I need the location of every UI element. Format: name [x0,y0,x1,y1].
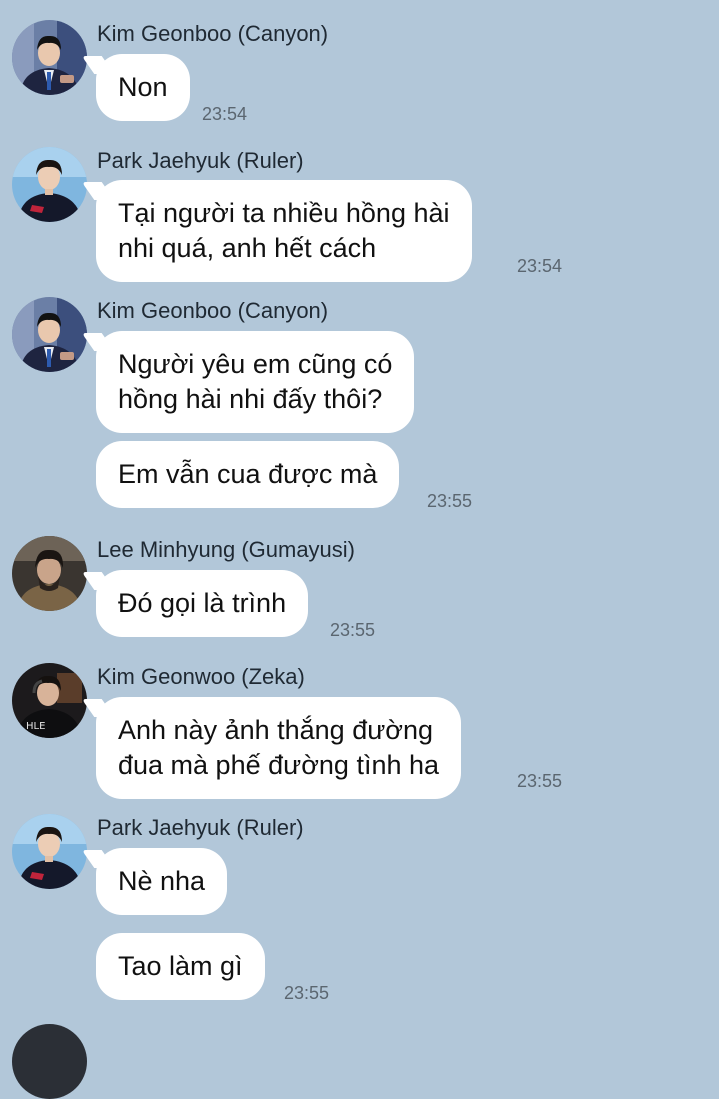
sender-name: Kim Geonboo (Canyon) [97,298,329,323]
message-time: 23:54 [202,104,248,124]
avatar-gumayusi[interactable] [12,536,87,611]
avatar-partial[interactable] [12,1024,87,1099]
message-text: Non [118,72,168,102]
message-bubble[interactable]: Tao làm gì [96,933,265,1000]
message-text: Tao làm gì [118,951,243,981]
message-text: Người yêu em cũng có hồng hài nhi đấy th… [118,349,393,414]
sender-name: Park Jaehyuk (Ruler) [97,148,304,173]
message-bubble[interactable]: Đó gọi là trình [96,570,309,637]
message-text: Em vẫn cua được mà [118,459,378,489]
message-bubble[interactable]: Non [96,54,190,121]
message-time: 23:55 [427,491,473,511]
sender-name: Park Jaehyuk (Ruler) [97,815,304,840]
chat-thread[interactable]: Kim Geonboo (Canyon) Non 23:54 Park Jaeh… [0,0,719,1099]
message-text: Nè nha [118,866,206,896]
avatar-canyon[interactable] [12,20,87,95]
sender-name: Kim Geonboo (Canyon) [97,21,329,46]
sender-name: Lee Minhyung (Gumayusi) [97,537,356,562]
message-time: 23:55 [330,620,376,640]
message-text: Đó gọi là trình [118,588,287,618]
sender-name: Kim Geonwoo (Zeka) [97,664,305,689]
message-text: Tại người ta nhiều hồng hài nhi quá, anh… [118,198,450,263]
message-bubble[interactable]: Người yêu em cũng có hồng hài nhi đấy th… [96,331,415,433]
avatar-zeka[interactable]: HLE [12,663,87,738]
avatar-ruler[interactable] [12,147,87,222]
message-bubble[interactable]: Nè nha [96,848,228,915]
message-text: Anh này ảnh thắng đường đua mà phế đường… [118,715,440,780]
avatar-ruler[interactable] [12,814,87,889]
message-time: 23:54 [517,256,563,276]
message-bubble[interactable]: Tại người ta nhiều hồng hài nhi quá, anh… [96,180,472,282]
message-time: 23:55 [284,983,330,1003]
message-time: 23:55 [517,771,563,791]
message-bubble[interactable]: Anh này ảnh thắng đường đua mà phế đường… [96,697,462,799]
avatar-canyon[interactable] [12,297,87,372]
message-bubble[interactable]: Em vẫn cua được mà [96,441,400,508]
svg-text:HLE: HLE [26,721,45,732]
